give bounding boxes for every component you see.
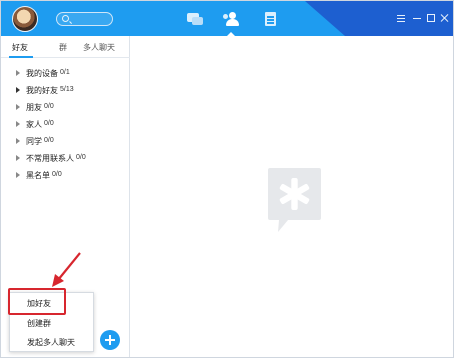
contact-group[interactable]: 我的好友 5/13 xyxy=(1,83,130,97)
group-name: 我的好友 xyxy=(26,86,58,95)
group-name: 我的设备 xyxy=(26,69,58,78)
group-count: 0/0 xyxy=(52,171,62,178)
nav-contacts-icon[interactable] xyxy=(223,10,241,28)
contact-group[interactable]: 不常用联系人 0/0 xyxy=(1,151,130,165)
group-name: 朋友 xyxy=(26,103,42,112)
contact-group[interactable]: 我的设备 0/1 xyxy=(1,66,130,80)
tab-friends[interactable]: 好友 xyxy=(12,42,28,53)
group-count: 0/0 xyxy=(44,120,54,127)
group-name: 同学 xyxy=(26,137,42,146)
menu-item-create-group[interactable]: 创建群 xyxy=(10,314,95,332)
group-name: 不常用联系人 xyxy=(26,154,74,163)
group-name: 家人 xyxy=(26,120,42,129)
group-count: 0/0 xyxy=(44,103,54,110)
group-count: 0/1 xyxy=(60,69,70,76)
contact-group[interactable]: 家人 0/0 xyxy=(1,117,130,131)
expand-arrow-icon xyxy=(16,121,20,127)
active-tab-indicator xyxy=(9,56,33,58)
expand-arrow-icon xyxy=(16,104,20,110)
avatar[interactable] xyxy=(12,6,38,32)
contact-group[interactable]: 朋友 0/0 xyxy=(1,100,130,114)
group-count: 0/0 xyxy=(44,137,54,144)
expand-arrow-icon xyxy=(16,172,20,178)
menu-item-label: 发起多人聊天 xyxy=(27,338,75,347)
nav-docs-icon[interactable] xyxy=(262,10,280,28)
active-tab-caret-icon xyxy=(227,32,235,36)
expand-arrow-icon xyxy=(16,155,20,161)
contact-group[interactable]: 同学 0/0 xyxy=(1,134,130,148)
close-icon[interactable] xyxy=(440,13,450,23)
group-count: 5/13 xyxy=(60,86,74,93)
expand-arrow-icon xyxy=(16,70,20,76)
search-icon xyxy=(62,15,69,22)
menu-item-start-multi-chat[interactable]: 发起多人聊天 xyxy=(10,333,95,351)
annotation-arrow-icon xyxy=(52,252,81,287)
asterisk-logo-icon xyxy=(268,168,321,232)
app-window: 好友 群 多人聊天 我的设备 0/1 我的好友 5/13 朋友 0/0 家人 0… xyxy=(0,0,454,358)
maximize-icon[interactable] xyxy=(426,13,436,23)
annotation-highlight-box xyxy=(8,288,66,315)
contact-group[interactable]: 黑名单 0/0 xyxy=(1,168,130,182)
minimize-icon[interactable] xyxy=(412,13,422,23)
tab-groups[interactable]: 群 xyxy=(59,42,67,53)
contacts-tabs: 好友 群 多人聊天 xyxy=(1,36,130,58)
search-box[interactable] xyxy=(56,12,113,26)
nav-chat-icon[interactable] xyxy=(186,10,204,28)
tab-multi-chat[interactable]: 多人聊天 xyxy=(83,42,115,53)
group-count: 0/0 xyxy=(76,154,86,161)
header-decoration-wedge xyxy=(305,1,345,36)
menu-icon[interactable] xyxy=(396,13,406,23)
group-name: 黑名单 xyxy=(26,171,50,180)
expand-arrow-icon xyxy=(16,138,20,144)
menu-item-label: 创建群 xyxy=(27,319,51,328)
add-button[interactable] xyxy=(100,330,120,350)
title-bar xyxy=(1,1,453,36)
expand-arrow-icon xyxy=(16,87,20,93)
